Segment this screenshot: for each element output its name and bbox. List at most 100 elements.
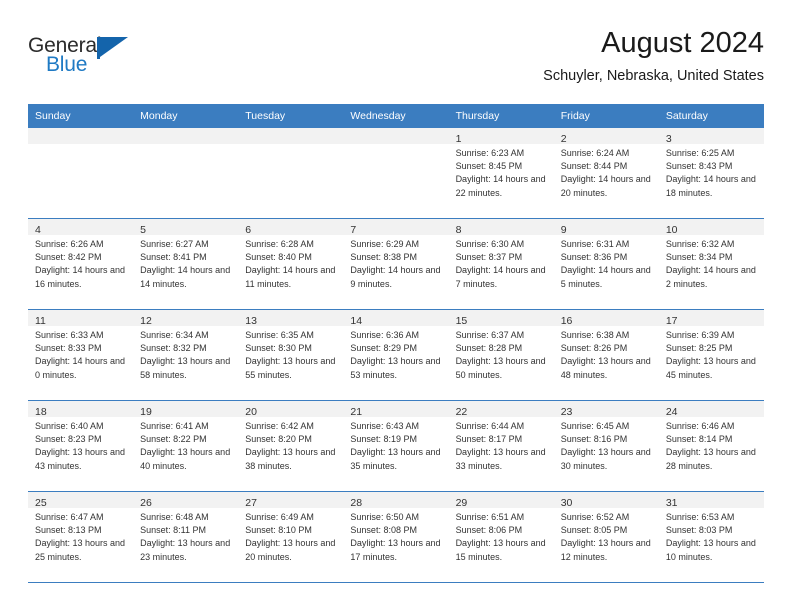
day-number-band: 26 (133, 492, 239, 509)
calendar-week-row: 18 Sunrise: 6:40 AM Sunset: 8:23 PM Dayligh… (28, 400, 764, 491)
daylight-text: Daylight: 13 hours and 53 minutes. (350, 356, 441, 380)
day-sun-info: Sunrise: 6:34 AM Sunset: 8:32 PM Daylight:… (133, 326, 238, 382)
calendar-week-row: 4 Sunrise: 6:26 AM Sunset: 8:42 PM Daylight… (28, 218, 764, 309)
sunset-text: Sunset: 8:33 PM (35, 343, 102, 354)
calendar-day-cell-empty (343, 128, 449, 218)
calendar-day-cell[interactable]: 28 Sunrise: 6:50 AM Sunset: 8:08 PM Dayligh… (343, 492, 449, 582)
day-number: 22 (455, 406, 468, 418)
general-blue-logo[interactable]: General Blue (28, 34, 148, 82)
day-sun-info: Sunrise: 6:33 AM Sunset: 8:33 PM Daylight:… (28, 326, 133, 382)
calendar-day-cell[interactable]: 30 Sunrise: 6:52 AM Sunset: 8:05 PM Dayligh… (553, 492, 659, 582)
sunrise-text: Sunrise: 6:44 AM (455, 421, 525, 431)
logo-flag-icon (100, 37, 128, 57)
calendar-day-cell[interactable]: 5 Sunrise: 6:27 AM Sunset: 8:41 PM Daylight… (133, 219, 239, 309)
daylight-text: Daylight: 13 hours and 20 minutes. (245, 538, 336, 562)
day-sun-info: Sunrise: 6:28 AM Sunset: 8:40 PM Daylight:… (238, 235, 343, 291)
sunrise-text: Sunrise: 6:48 AM (140, 512, 209, 522)
sunrise-text: Sunrise: 6:43 AM (350, 421, 419, 431)
calendar-day-cell[interactable]: 4 Sunrise: 6:26 AM Sunset: 8:42 PM Daylight… (28, 219, 134, 309)
sunrise-text: Sunrise: 6:45 AM (560, 421, 630, 431)
sunset-text: Sunset: 8:08 PM (350, 525, 417, 536)
calendar-day-cell[interactable]: 29 Sunrise: 6:51 AM Sunset: 8:06 PM Dayligh… (448, 492, 554, 582)
sunset-text: Sunset: 8:23 PM (35, 434, 102, 445)
calendar-day-cell[interactable]: 16 Sunrise: 6:38 AM Sunset: 8:26 PM Dayligh… (553, 310, 659, 400)
sunrise-text: Sunrise: 6:32 AM (665, 239, 735, 249)
calendar-day-cell[interactable]: 18 Sunrise: 6:40 AM Sunset: 8:23 PM Dayligh… (28, 401, 134, 491)
calendar-grid: Sunday Monday Tuesday Wednesday Thursday… (28, 104, 764, 583)
day-sun-info: Sunrise: 6:53 AM Sunset: 8:03 PM Daylight:… (659, 508, 764, 564)
daylight-text: Daylight: 13 hours and 50 minutes. (455, 356, 546, 380)
daylight-text: Daylight: 14 hours and 5 minutes. (560, 265, 651, 289)
calendar-day-cell[interactable]: 10 Sunrise: 6:32 AM Sunset: 8:34 PM Dayligh… (658, 219, 764, 309)
sunset-text: Sunset: 8:41 PM (140, 252, 207, 263)
page-header: General Blue August 2024 Schuyler, Nebra… (28, 26, 764, 98)
day-sun-info: Sunrise: 6:38 AM Sunset: 8:26 PM Daylight:… (554, 326, 659, 382)
calendar-day-cell[interactable]: 31 Sunrise: 6:53 AM Sunset: 8:03 PM Dayligh… (658, 492, 764, 582)
day-number: 10 (665, 224, 678, 236)
calendar-day-cell[interactable]: 22 Sunrise: 6:44 AM Sunset: 8:17 PM Dayligh… (448, 401, 554, 491)
sunset-text: Sunset: 8:32 PM (140, 343, 207, 354)
calendar-day-cell[interactable]: 9 Sunrise: 6:31 AM Sunset: 8:36 PM Daylight… (553, 219, 659, 309)
day-sun-info: Sunrise: 6:32 AM Sunset: 8:34 PM Daylight:… (659, 235, 764, 291)
day-number: 14 (350, 315, 363, 327)
daylight-text: Daylight: 13 hours and 38 minutes. (245, 447, 336, 471)
calendar-day-cell[interactable]: 27 Sunrise: 6:49 AM Sunset: 8:10 PM Dayligh… (238, 492, 344, 582)
day-number: 9 (560, 224, 567, 236)
sunset-text: Sunset: 8:40 PM (245, 252, 312, 263)
sunrise-text: Sunrise: 6:37 AM (455, 330, 525, 340)
calendar-day-cell[interactable]: 7 Sunrise: 6:29 AM Sunset: 8:38 PM Daylight… (343, 219, 449, 309)
calendar-day-cell[interactable]: 11 Sunrise: 6:33 AM Sunset: 8:33 PM Dayligh… (28, 310, 134, 400)
day-sun-info: Sunrise: 6:44 AM Sunset: 8:17 PM Daylight:… (449, 417, 554, 473)
sunrise-text: Sunrise: 6:38 AM (560, 330, 630, 340)
day-number-band: 14 (343, 310, 449, 327)
sunrise-text: Sunrise: 6:29 AM (350, 239, 419, 249)
day-number: 29 (455, 497, 468, 509)
calendar-day-cell[interactable]: 26 Sunrise: 6:48 AM Sunset: 8:11 PM Dayligh… (133, 492, 239, 582)
calendar-day-cell[interactable]: 1 Sunrise: 6:23 AM Sunset: 8:45 PM Daylight… (448, 128, 554, 218)
calendar-day-cell[interactable]: 21 Sunrise: 6:43 AM Sunset: 8:19 PM Dayligh… (343, 401, 449, 491)
day-number-band: 9 (553, 219, 659, 236)
calendar-day-cell[interactable]: 8 Sunrise: 6:30 AM Sunset: 8:37 PM Daylight… (448, 219, 554, 309)
day-number: 21 (350, 406, 363, 418)
calendar-day-cell[interactable]: 23 Sunrise: 6:45 AM Sunset: 8:16 PM Dayligh… (553, 401, 659, 491)
daylight-text: Daylight: 13 hours and 35 minutes. (350, 447, 441, 471)
logo-text-blue: Blue (46, 53, 88, 76)
day-sun-info: Sunrise: 6:51 AM Sunset: 8:06 PM Daylight:… (449, 508, 554, 564)
day-sun-info: Sunrise: 6:43 AM Sunset: 8:19 PM Daylight:… (343, 417, 448, 473)
day-number-band: 11 (28, 310, 134, 327)
sunrise-text: Sunrise: 6:53 AM (665, 512, 735, 522)
daylight-text: Daylight: 14 hours and 11 minutes. (245, 265, 336, 289)
calendar-day-cell[interactable]: 15 Sunrise: 6:37 AM Sunset: 8:28 PM Dayligh… (448, 310, 554, 400)
calendar-day-cell[interactable]: 3 Sunrise: 6:25 AM Sunset: 8:43 PM Daylight… (658, 128, 764, 218)
sunset-text: Sunset: 8:11 PM (140, 525, 207, 536)
calendar-day-cell[interactable]: 20 Sunrise: 6:42 AM Sunset: 8:20 PM Dayligh… (238, 401, 344, 491)
sunset-text: Sunset: 8:30 PM (245, 343, 312, 354)
day-number-band: 5 (133, 219, 239, 236)
day-sun-info: Sunrise: 6:29 AM Sunset: 8:38 PM Daylight:… (343, 235, 448, 291)
calendar-day-cell[interactable]: 12 Sunrise: 6:34 AM Sunset: 8:32 PM Dayligh… (133, 310, 239, 400)
calendar-day-cell[interactable]: 14 Sunrise: 6:36 AM Sunset: 8:29 PM Dayligh… (343, 310, 449, 400)
page-title: August 2024 (601, 27, 764, 59)
daylight-text: Daylight: 13 hours and 12 minutes. (560, 538, 651, 562)
daylight-text: Daylight: 13 hours and 15 minutes. (455, 538, 546, 562)
calendar-weeks: 1 Sunrise: 6:23 AM Sunset: 8:45 PM Daylight… (28, 128, 764, 583)
weekday-header-tuesday: Tuesday (245, 110, 286, 122)
sunset-text: Sunset: 8:38 PM (350, 252, 417, 263)
weekday-header-saturday: Saturday (665, 110, 708, 122)
sunset-text: Sunset: 8:03 PM (665, 525, 733, 536)
day-number-band: 6 (238, 219, 344, 236)
calendar-day-cell[interactable]: 13 Sunrise: 6:35 AM Sunset: 8:30 PM Dayligh… (238, 310, 344, 400)
calendar-day-cell[interactable]: 6 Sunrise: 6:28 AM Sunset: 8:40 PM Daylight… (238, 219, 344, 309)
daylight-text: Daylight: 14 hours and 18 minutes. (665, 174, 756, 198)
day-sun-info: Sunrise: 6:27 AM Sunset: 8:41 PM Daylight:… (133, 235, 238, 291)
calendar-day-cell[interactable]: 25 Sunrise: 6:47 AM Sunset: 8:13 PM Dayligh… (28, 492, 134, 582)
calendar-day-cell[interactable]: 17 Sunrise: 6:39 AM Sunset: 8:25 PM Dayligh… (658, 310, 764, 400)
calendar-day-cell[interactable]: 19 Sunrise: 6:41 AM Sunset: 8:22 PM Dayligh… (133, 401, 239, 491)
day-number: 15 (455, 315, 468, 327)
sunset-text: Sunset: 8:06 PM (455, 525, 523, 536)
weekday-header-monday: Monday (140, 110, 178, 122)
title-block: August 2024 Schuyler, Nebraska, United S… (543, 26, 764, 86)
calendar-day-cell[interactable]: 2 Sunrise: 6:24 AM Sunset: 8:44 PM Daylight… (553, 128, 659, 218)
day-number-band: 23 (553, 401, 659, 418)
calendar-day-cell[interactable]: 24 Sunrise: 6:46 AM Sunset: 8:14 PM Dayligh… (658, 401, 764, 491)
